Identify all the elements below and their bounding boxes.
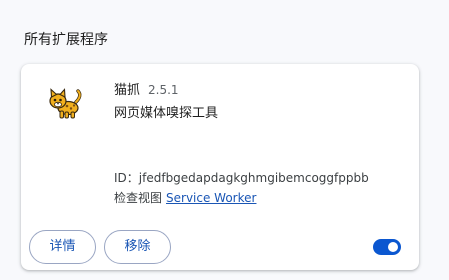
details-button[interactable]: 详情 [29, 230, 96, 264]
section-title: 所有扩展程序 [24, 32, 108, 48]
extension-name: 猫抓 2.5.1 [114, 81, 179, 100]
toggle-knob [388, 242, 398, 252]
extensions-page: 所有扩展程序 猫抓 2.5.1 网页媒体嗅探工具 ID：jfedfbgedapd… [0, 0, 449, 280]
cat-icon [49, 88, 82, 119]
extension-card: 猫抓 2.5.1 网页媒体嗅探工具 ID：jfedfbgedapdagkghmgi… [21, 64, 419, 270]
service-worker-link[interactable]: Service Worker [166, 191, 256, 205]
remove-button[interactable]: 移除 [104, 230, 171, 264]
extension-id: ID：jfedfbgedapdagkghmgibemcoggfppbb [114, 171, 369, 185]
inspect-views-label: 检查视图 [114, 191, 163, 205]
extension-description: 网页媒体嗅探工具 [114, 106, 219, 121]
extension-version: 2.5.1 [148, 83, 179, 97]
extension-name-text: 猫抓 [114, 83, 141, 98]
enable-toggle[interactable] [373, 239, 401, 255]
inspect-views-row: 检查视图 Service Worker [114, 189, 256, 207]
